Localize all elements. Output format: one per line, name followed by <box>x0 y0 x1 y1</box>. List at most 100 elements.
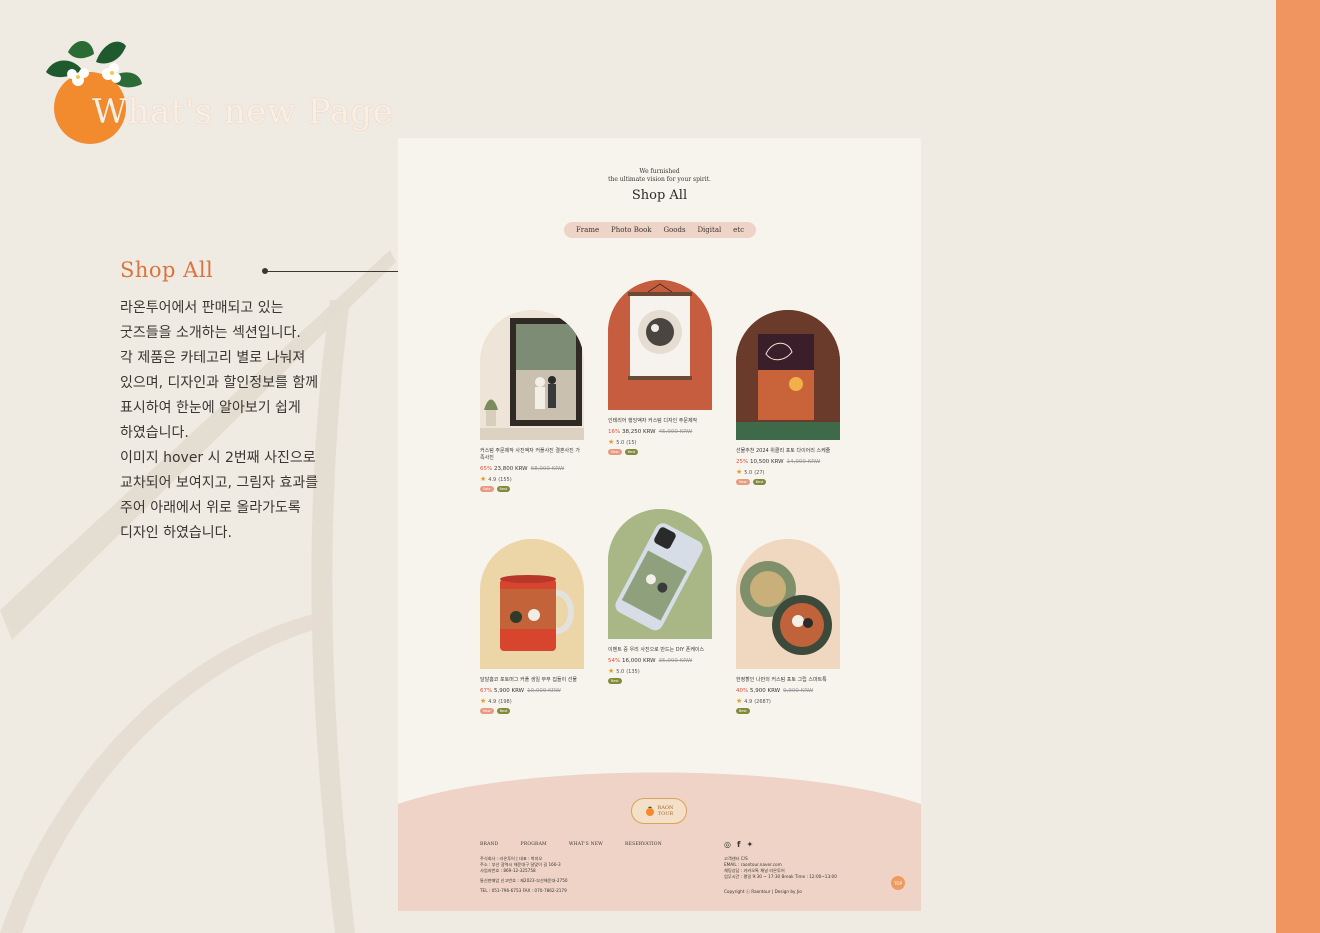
sale-price: 23,800 KRW <box>493 466 528 472</box>
description-line: 디자인 하였습니다. <box>120 525 232 541</box>
tab-photo-book[interactable]: Photo Book <box>611 226 652 234</box>
product-rating: ★ 5.0 (135) <box>608 668 712 675</box>
description-line: 표시하여 한눈에 알아보기 쉽게 <box>120 400 301 416</box>
badge-new: New <box>480 708 494 714</box>
badge-best: Best <box>736 708 750 714</box>
original-price: 68,000 KRW <box>530 466 565 472</box>
tab-digital[interactable]: Digital <box>697 226 721 234</box>
product-rating: ★ 4.9 (198) <box>480 698 584 705</box>
discount-rate: 54% <box>608 658 621 664</box>
company-info: 주식회사 : 라온투어 | 대표 : 박지오 주소 : 부산 광역시 해운대구 … <box>480 856 568 894</box>
product-badges: Sale Best <box>480 486 584 492</box>
product-badges: Best <box>608 678 712 684</box>
sale-price: 5,900 KRW <box>493 688 525 694</box>
product-price: 67% 5,900 KRW 10,000 KRW <box>480 688 584 694</box>
badge-best: Best <box>496 486 511 492</box>
original-price: 9,900 KRW <box>783 688 814 694</box>
product-card[interactable]: 커스텀 주문제작 사진액자 커플사진 결혼사진 가족사진 65% 23,800 … <box>480 310 584 492</box>
product-card[interactable]: 한정할인 나만의 커스텀 포토 그립 스마트톡 40% 5,900 KRW 9,9… <box>736 539 840 714</box>
description-line: 교차되어 보여지고, 그림자 효과를 <box>120 475 319 491</box>
product-image[interactable] <box>608 280 712 410</box>
description-line: 주어 아래에서 위로 올라가도록 <box>120 500 301 516</box>
tab-frame[interactable]: Frame <box>576 226 599 234</box>
product-badges: New Best <box>480 708 584 714</box>
company-info-line: TEL : 051-796-6753 FAX : 070-7862-2179 <box>480 888 567 893</box>
rating-value: 4.9 <box>744 698 753 705</box>
footer-logo[interactable]: RAON TOUR <box>631 798 687 824</box>
tagline-line: the ultimate vision for your spirit. <box>608 176 711 183</box>
product-name[interactable]: 인테리어 행잉액자 커스텀 디자인 주문제작 <box>608 418 712 425</box>
product-rating: ★ 4.9 (155) <box>480 476 584 483</box>
product-image[interactable] <box>480 539 584 669</box>
product-name[interactable]: 이벤트 중 우리 사진으로 만드는 DIY 폰케이스 <box>608 647 712 654</box>
product-name[interactable]: 선물추천 2024 위클리 포토 다이어리 스케줄 <box>736 448 840 455</box>
category-tabs: Frame Photo Book Goods Digital etc <box>564 222 756 238</box>
badge-new: New <box>608 449 622 455</box>
product-card[interactable]: 달달홈코 포토머그 커플 생일 부부 집들이 선물 67% 5,900 KRW 1… <box>480 539 584 714</box>
discount-rate: 67% <box>480 688 493 694</box>
badge-best: Best <box>752 479 767 485</box>
twitter-icon[interactable]: ✦ <box>746 841 753 849</box>
rating-value: 4.9 <box>488 476 497 483</box>
product-name[interactable]: 달달홈코 포토머그 커플 생일 부부 집들이 선물 <box>480 677 584 684</box>
product-badges: New Best <box>608 449 712 455</box>
discount-rate: 40% <box>736 688 749 694</box>
original-price: 14,000 KRW <box>786 459 821 465</box>
footer-nav-brand[interactable]: BRAND <box>480 842 499 847</box>
footer-nav-program[interactable]: PROGRAM <box>521 842 547 847</box>
product-price: 40% 5,900 KRW 9,900 KRW <box>736 688 840 694</box>
social-links: ◎ f ✦ <box>724 841 753 849</box>
footer-nav-whats-new[interactable]: WHAT'S NEW <box>569 842 603 847</box>
review-count: (15) <box>626 439 637 446</box>
section-description: 라온투어에서 판매되고 있는 굿즈들을 소개하는 섹션입니다. 각 제품은 카테… <box>120 296 350 546</box>
scroll-top-button[interactable]: TOP <box>891 876 905 890</box>
product-card[interactable]: 인테리어 행잉액자 커스텀 디자인 주문제작 16% 38,250 KRW 45,… <box>608 280 712 455</box>
product-card[interactable]: 이벤트 중 우리 사진으로 만드는 DIY 폰케이스 54% 16,000 KR… <box>608 509 712 684</box>
product-card[interactable]: 선물추천 2024 위클리 포토 다이어리 스케줄 25% 10,500 KRW… <box>736 310 840 485</box>
original-price: 35,000 KRW <box>658 658 693 664</box>
instagram-icon[interactable]: ◎ <box>724 841 731 849</box>
company-info-line: 통신판매업 신고번호 : 제2023-부산해운대-2750 <box>480 878 568 883</box>
badge-sale: Sale <box>480 486 494 492</box>
right-accent-bar <box>1276 0 1320 933</box>
star-icon: ★ <box>608 667 615 675</box>
connector-line <box>262 268 400 274</box>
product-image[interactable] <box>480 310 584 440</box>
product-price: 25% 10,500 KRW 14,000 KRW <box>736 459 840 465</box>
description-line: 하였습니다. <box>120 425 189 441</box>
star-icon: ★ <box>736 468 743 476</box>
customer-service-info: 고객센터 C/S EMAIL : raontour.naver.com 채팅상담… <box>724 856 837 880</box>
product-name[interactable]: 커스텀 주문제작 사진액자 커플사진 결혼사진 가족사진 <box>480 448 584 462</box>
badge-new: New <box>736 479 750 485</box>
facebook-icon[interactable]: f <box>737 841 740 849</box>
badge-best: Best <box>608 678 622 684</box>
product-name[interactable]: 한정할인 나만의 커스텀 포토 그립 스마트톡 <box>736 677 840 684</box>
section-heading: Shop All <box>120 258 214 282</box>
rating-value: 5.0 <box>616 668 625 675</box>
page-title: What's new Page <box>92 92 394 132</box>
original-price: 10,000 KRW <box>527 688 561 694</box>
review-count: (135) <box>626 668 640 675</box>
product-image[interactable] <box>736 539 840 669</box>
sale-price: 5,900 KRW <box>749 688 781 694</box>
orange-logo-icon <box>645 806 654 816</box>
review-count: (198) <box>498 698 512 705</box>
discount-rate: 25% <box>736 459 749 465</box>
product-badges: Best <box>736 708 840 714</box>
tab-goods[interactable]: Goods <box>663 226 685 234</box>
rating-value: 5.0 <box>744 469 753 476</box>
footer-nav-reservation[interactable]: RESERVATION <box>625 842 662 847</box>
sale-price: 16,000 KRW <box>621 658 656 664</box>
logo-line: TOUR <box>657 811 674 817</box>
star-icon: ★ <box>480 697 487 705</box>
product-image[interactable] <box>608 509 712 639</box>
star-icon: ★ <box>608 438 615 446</box>
product-price: 65% 23,800 KRW 68,000 KRW <box>480 466 584 472</box>
rating-value: 4.9 <box>488 698 497 705</box>
tab-etc[interactable]: etc <box>733 226 744 234</box>
cs-line: 업무시간 : 평일 9:30 ~ 17:30 Break Time : 12:0… <box>724 874 837 879</box>
description-line: 각 제품은 카테고리 별로 나눠져 <box>120 350 306 366</box>
product-image[interactable] <box>736 310 840 440</box>
footer-background <box>398 772 921 911</box>
star-icon: ★ <box>736 697 743 705</box>
